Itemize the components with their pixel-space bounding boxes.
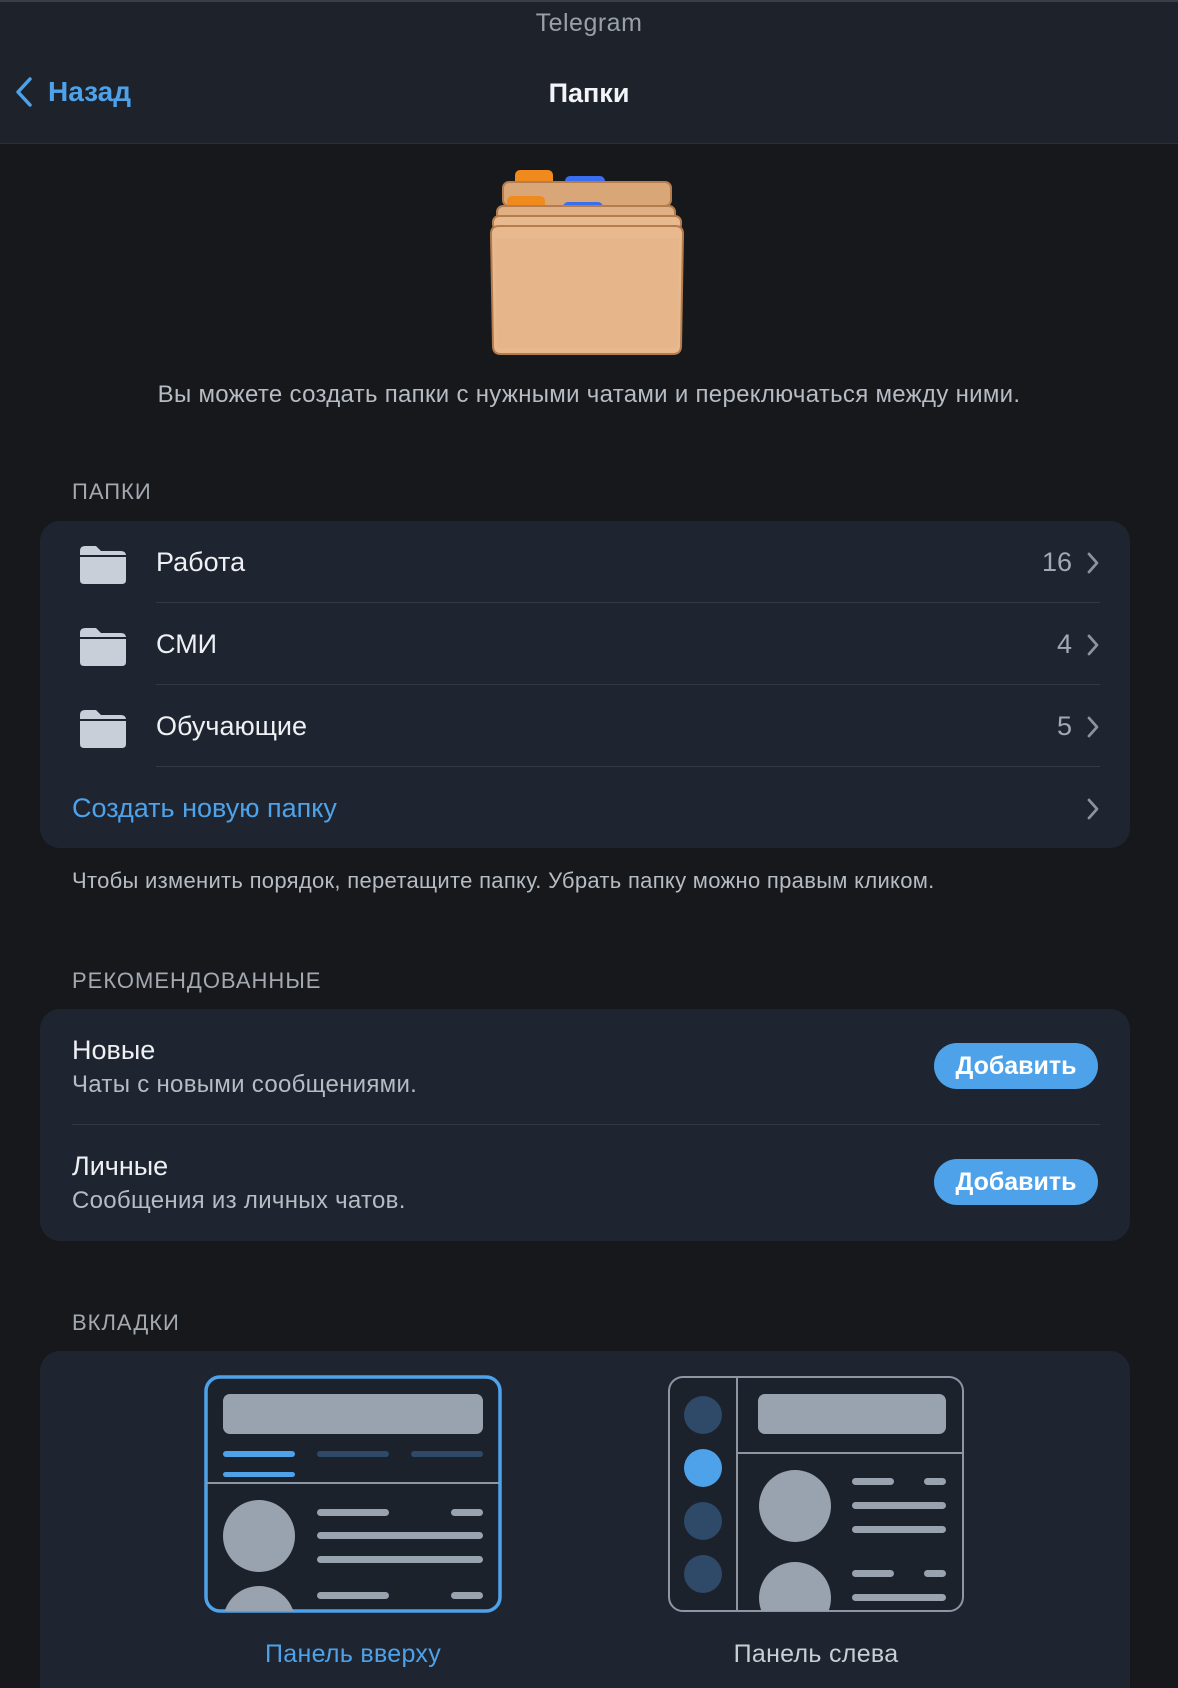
folder-icon xyxy=(80,546,126,584)
add-button[interactable]: Добавить xyxy=(934,1159,1098,1205)
tab-option-label: Панель слева xyxy=(733,1640,899,1668)
folders-hint: Чтобы изменить порядок, перетащите папку… xyxy=(72,868,935,893)
recommended-title: Новые xyxy=(72,1035,156,1065)
page-title: Папки xyxy=(548,78,630,108)
recommended-card: Новые Чаты с новыми сообщениями. Добавит… xyxy=(40,1009,1130,1241)
recommended-subtitle: Чаты с новыми сообщениями. xyxy=(72,1071,418,1098)
folder-icon xyxy=(80,628,126,666)
tab-option-label: Панель вверху xyxy=(264,1640,442,1668)
folders-illustration-icon xyxy=(489,170,685,355)
folder-count: 5 xyxy=(1056,711,1072,741)
window-title: Telegram xyxy=(535,8,643,37)
window-titlebar: Telegram xyxy=(0,0,1178,44)
folders-card: Работа 16 СМИ 4 Обучающие 5 Создать нову… xyxy=(40,521,1130,848)
top-panel-preview-icon xyxy=(204,1375,502,1613)
tab-option-top-panel[interactable]: Панель вверху xyxy=(203,1374,503,1668)
chevron-right-icon xyxy=(1087,716,1099,738)
recommended-row-new: Новые Чаты с новыми сообщениями. Добавит… xyxy=(40,1009,1130,1125)
intro-text: Вы можете создать папки с нужными чатами… xyxy=(157,381,1021,408)
folder-icon xyxy=(80,710,126,748)
chevron-right-icon xyxy=(1087,634,1099,656)
recommended-row-personal: Личные Сообщения из личных чатов. Добави… xyxy=(40,1125,1130,1241)
create-folder-link[interactable]: Создать новую папку xyxy=(72,793,337,824)
tabs-section-label: ВКЛАДКИ xyxy=(72,1310,180,1335)
chevron-right-icon xyxy=(1087,552,1099,574)
chevron-right-icon xyxy=(1087,798,1099,820)
folder-row-media[interactable]: СМИ 4 xyxy=(40,603,1130,685)
folder-count: 4 xyxy=(1056,629,1072,659)
folder-name: Работа xyxy=(156,547,246,577)
create-folder-row[interactable]: Создать новую папку xyxy=(40,767,1130,848)
side-panel-preview-icon xyxy=(668,1376,964,1612)
folder-row-education[interactable]: Обучающие 5 xyxy=(40,685,1130,767)
add-button[interactable]: Добавить xyxy=(934,1043,1098,1089)
recommended-section-label: РЕКОМЕНДОВАННЫЕ xyxy=(72,968,322,993)
folder-name: СМИ xyxy=(156,629,218,659)
folder-name: Обучающие xyxy=(156,711,308,741)
recommended-title: Личные xyxy=(72,1151,169,1181)
recommended-subtitle: Сообщения из личных чатов. xyxy=(72,1187,406,1214)
folder-row-work[interactable]: Работа 16 xyxy=(40,521,1130,603)
tab-option-side-panel[interactable]: Панель слева xyxy=(666,1374,966,1668)
folders-section-label: ПАПКИ xyxy=(72,479,152,504)
navigation-bar: Назад Папки xyxy=(0,44,1178,144)
folder-count: 16 xyxy=(1041,547,1072,577)
